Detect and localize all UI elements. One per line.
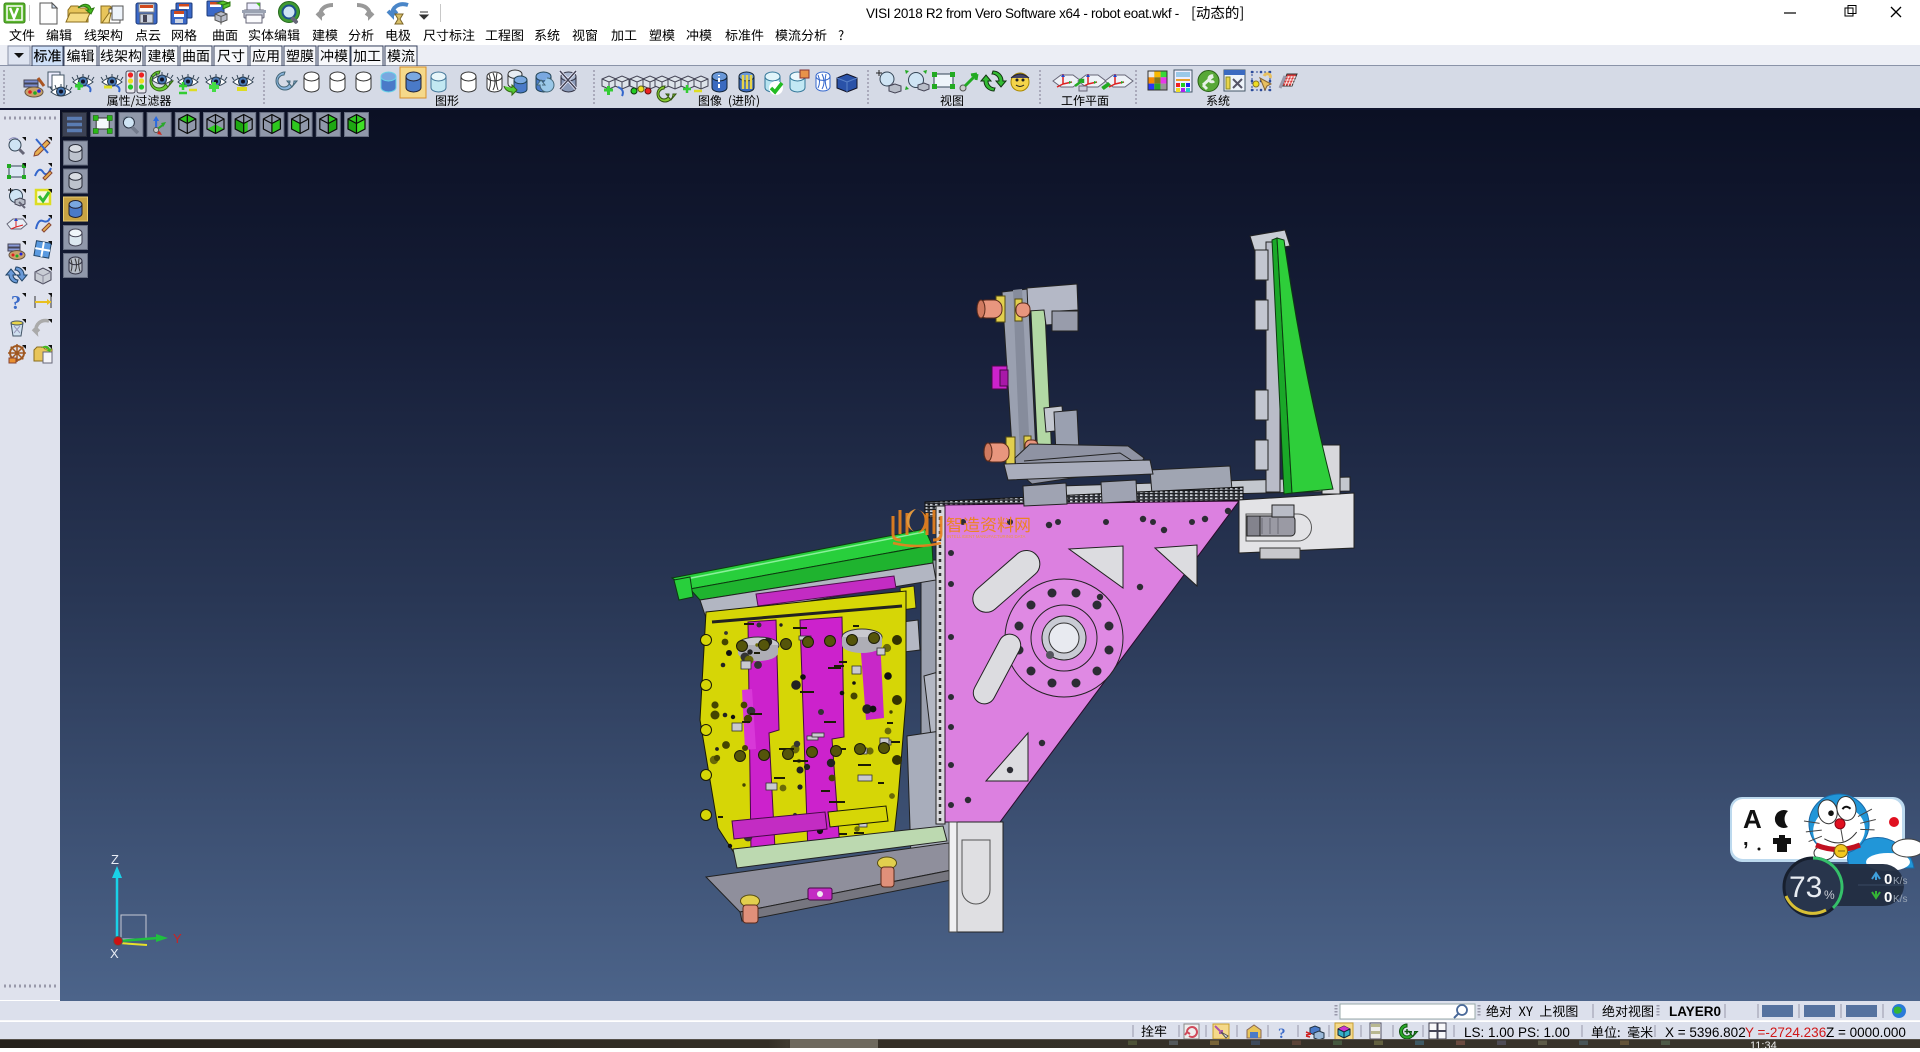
- svg-text:LS: 1.00 PS: 1.00: LS: 1.00 PS: 1.00: [1464, 1025, 1570, 1040]
- svg-text:Y: Y: [173, 931, 182, 946]
- svg-text:0: 0: [1884, 889, 1892, 906]
- svg-text:INTELLIGENT MANUFACTURING DATA: INTELLIGENT MANUFACTURING DATA: [947, 534, 1025, 539]
- svg-text:X = 5396.802: X = 5396.802: [1665, 1025, 1746, 1040]
- svg-text:Z = 0000.000: Z = 0000.000: [1826, 1025, 1906, 1040]
- svg-text:%: %: [1824, 888, 1835, 902]
- svg-text:X: X: [110, 946, 119, 961]
- svg-text:0: 0: [1884, 871, 1892, 888]
- svg-text:,: ,: [1743, 828, 1749, 850]
- svg-text:Y =-2724.236: Y =-2724.236: [1745, 1025, 1826, 1040]
- svg-text:K/s: K/s: [1893, 894, 1907, 905]
- svg-text:K/s: K/s: [1893, 876, 1907, 887]
- svg-text:LAYER0: LAYER0: [1669, 1004, 1721, 1019]
- svg-text:73: 73: [1789, 871, 1822, 904]
- svg-text:Z: Z: [111, 852, 119, 867]
